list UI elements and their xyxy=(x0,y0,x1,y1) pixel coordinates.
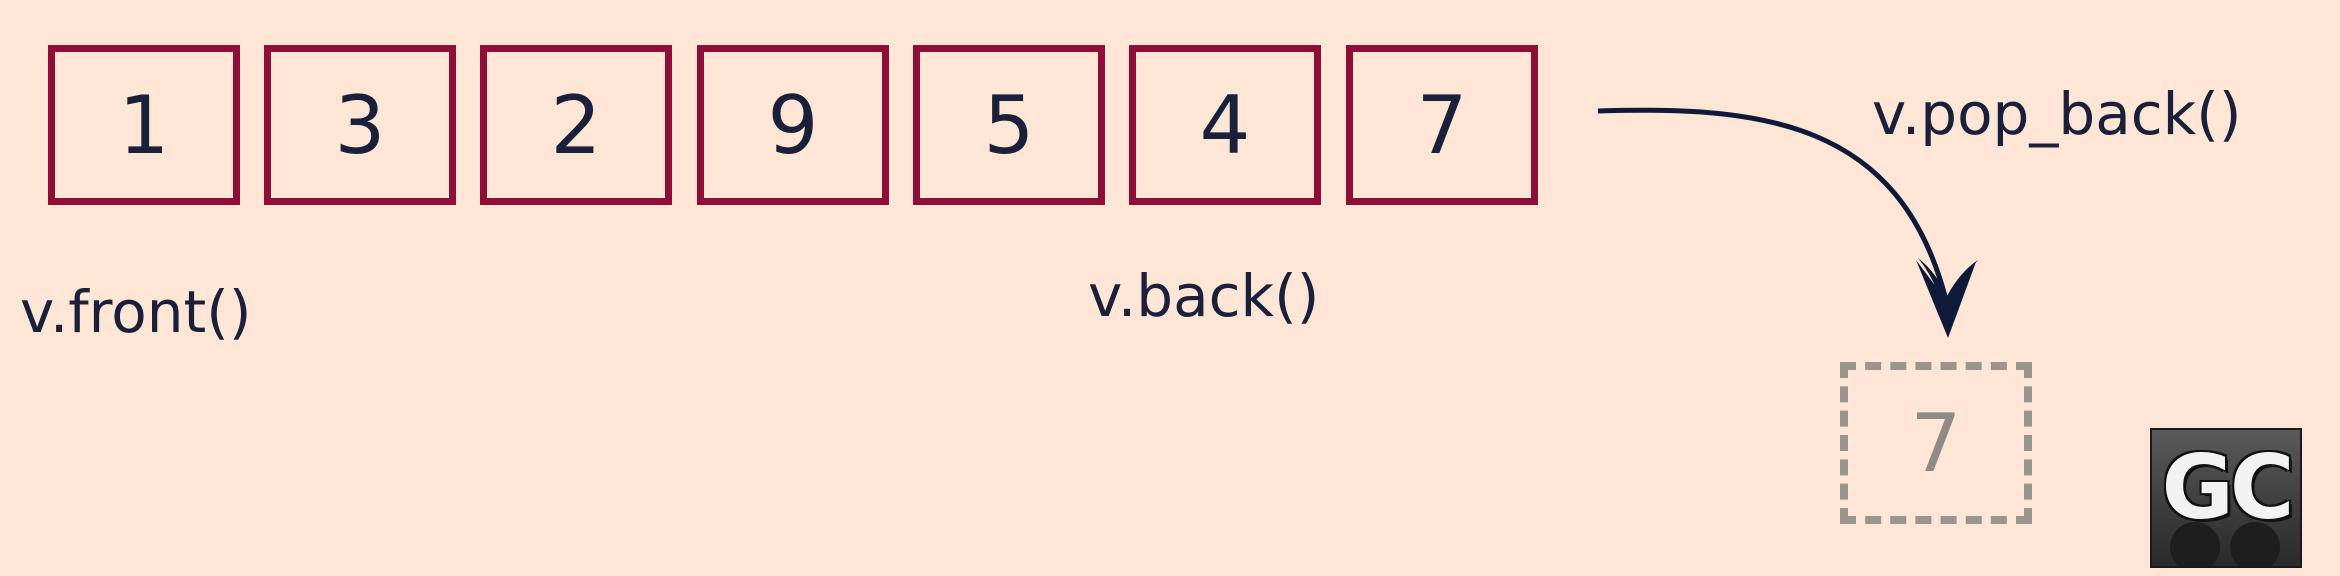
vector-cell: 4 xyxy=(1129,45,1321,205)
vector-cell: 5 xyxy=(913,45,1105,205)
popped-cell: 7 xyxy=(1840,362,2032,524)
vector-cell: 7 xyxy=(1346,45,1538,205)
logo-text: GC xyxy=(2161,436,2295,539)
vector-cell: 3 xyxy=(264,45,456,205)
arrow-head-fill xyxy=(1918,258,1978,338)
gc-logo: GC xyxy=(2150,428,2302,568)
front-label: v.front() xyxy=(20,278,252,346)
vector-cell: 2 xyxy=(480,45,672,205)
pop-back-label: v.pop_back() xyxy=(1872,80,2242,148)
vector-cell: 1 xyxy=(48,45,240,205)
back-label: v.back() xyxy=(1088,262,1320,330)
arrow-head-icon xyxy=(1916,260,1976,338)
vector-cell: 9 xyxy=(697,45,889,205)
